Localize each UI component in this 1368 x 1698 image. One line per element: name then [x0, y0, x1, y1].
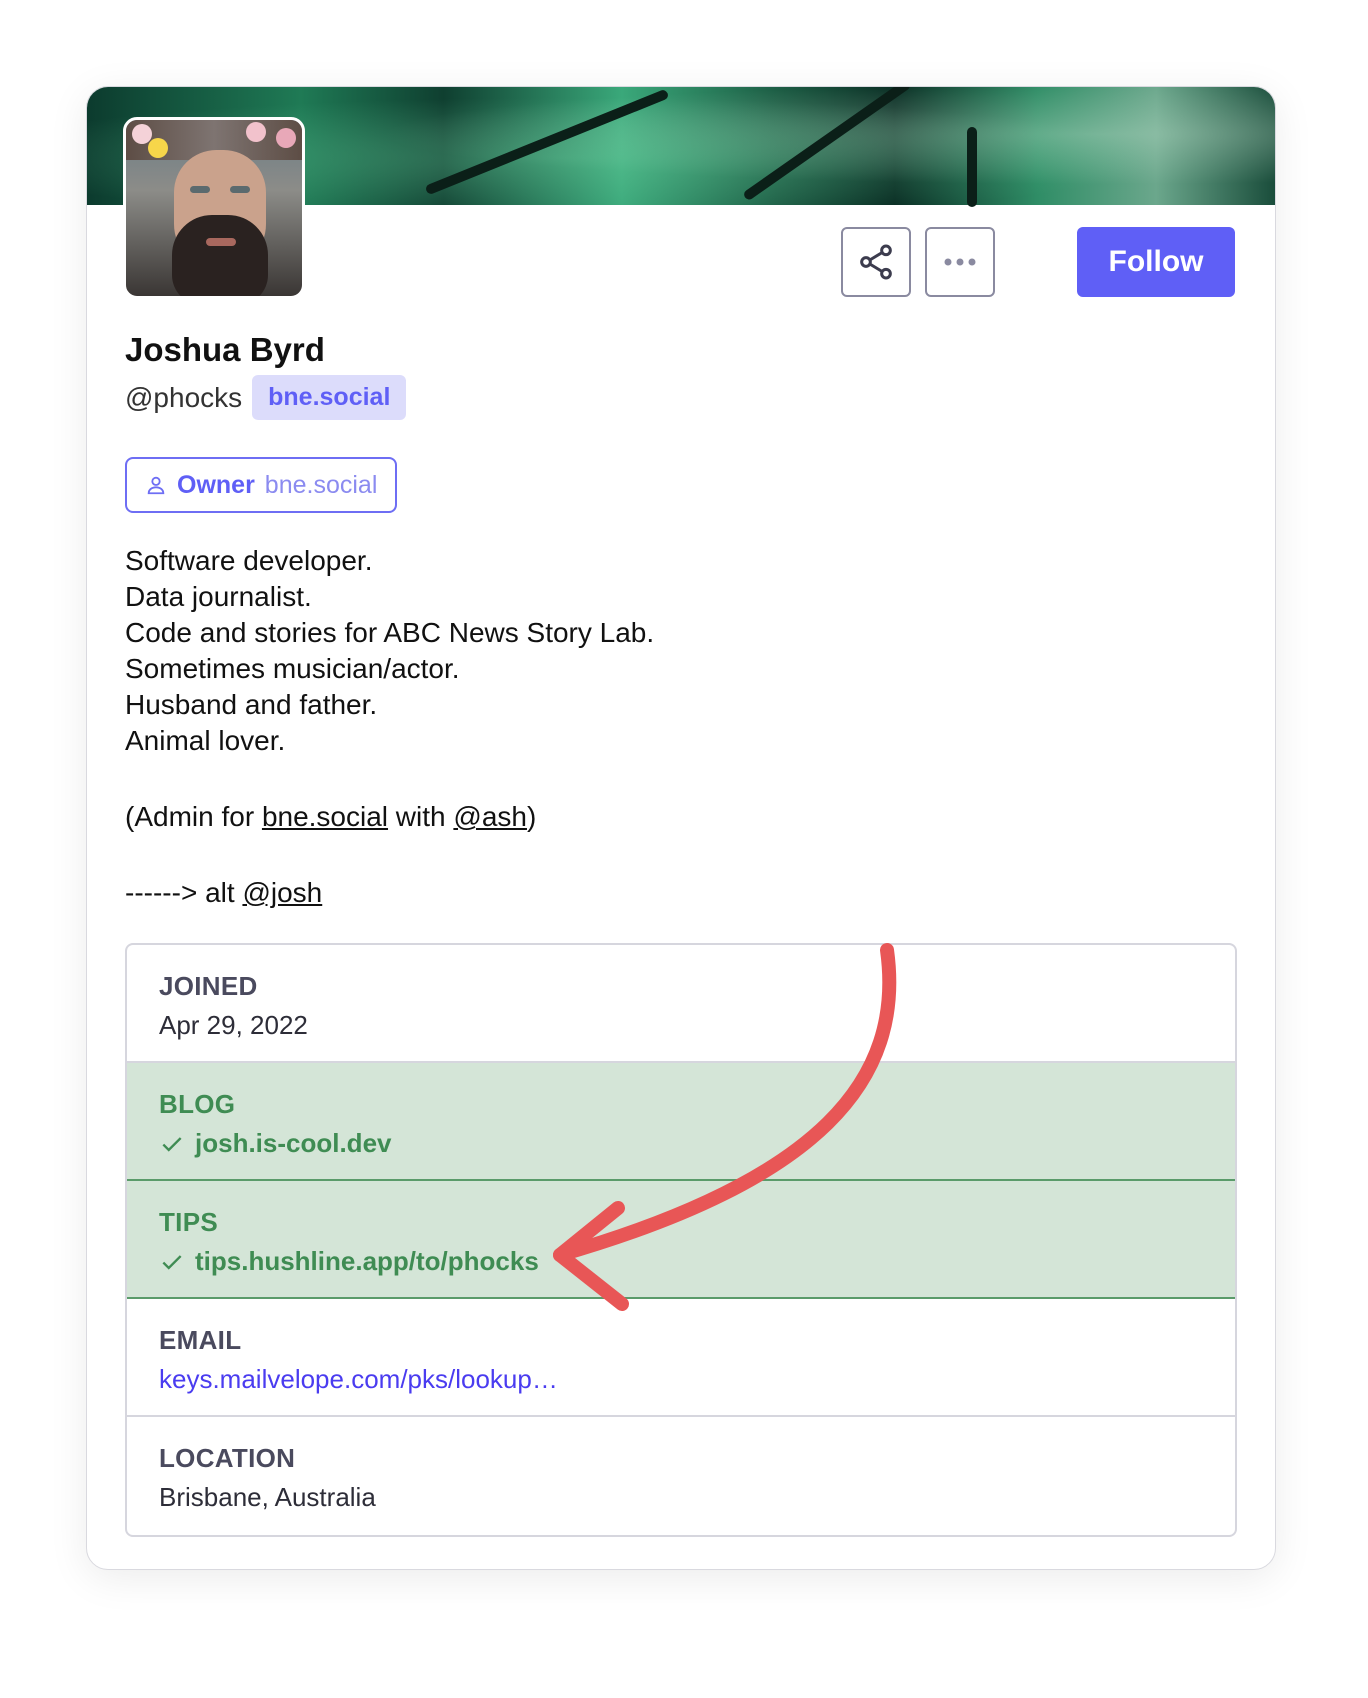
follow-button[interactable]: Follow	[1077, 227, 1235, 297]
bio-admin-line: (Admin for bne.social with @ash)	[125, 801, 537, 832]
field-label: TIPS	[159, 1207, 218, 1237]
field-label: LOCATION	[159, 1443, 296, 1473]
bio-line: Husband and father.	[125, 689, 378, 720]
share-button[interactable]	[841, 227, 911, 297]
domain-badge: bne.social	[252, 375, 407, 420]
field-label: EMAIL	[159, 1325, 242, 1355]
role-name: Owner	[177, 470, 255, 499]
bio-line: Software developer.	[125, 545, 373, 576]
share-icon	[860, 244, 892, 280]
bio-alt-line: ------> alt @josh	[125, 877, 323, 908]
ash-mention-link[interactable]: @ash	[453, 801, 527, 832]
check-icon	[162, 1254, 182, 1270]
bio-line: Data journalist.	[125, 581, 312, 612]
field-joined: JOINED Apr 29, 2022	[127, 945, 1235, 1063]
profile-fields: JOINED Apr 29, 2022 BLOG josh.is-cool.de…	[125, 943, 1237, 1537]
more-button[interactable]	[925, 227, 995, 297]
bio-line: Code and stories for ABC News Story Lab.	[125, 617, 655, 648]
field-location: LOCATION Brisbane, Australia	[127, 1417, 1235, 1535]
profile-card: Follow Joshua Byrd @phocks bne.social Ow…	[86, 86, 1276, 1570]
field-value: Apr 29, 2022	[159, 1010, 308, 1040]
bne-social-link[interactable]: bne.social	[262, 801, 388, 832]
role-badge: Owner bne.social	[125, 457, 398, 513]
field-email: EMAIL keys.mailvelope.com/pks/lookup…	[127, 1299, 1235, 1417]
check-icon	[162, 1136, 182, 1152]
bio: Software developer. Data journalist. Cod…	[125, 543, 654, 911]
field-label: JOINED	[159, 971, 258, 1001]
email-link[interactable]: keys.mailvelope.com/pks/lookup…	[159, 1364, 558, 1395]
field-value: Brisbane, Australia	[159, 1482, 376, 1512]
tips-link[interactable]: tips.hushline.app/to/phocks	[195, 1246, 539, 1277]
blog-link[interactable]: josh.is-cool.dev	[195, 1128, 392, 1159]
handle-row: @phocks bne.social	[125, 375, 407, 420]
more-icon	[944, 258, 976, 266]
display-name: Joshua Byrd	[125, 331, 325, 368]
bio-line: Animal lover.	[125, 725, 286, 756]
field-blog: BLOG josh.is-cool.dev	[127, 1063, 1235, 1181]
josh-mention-link[interactable]: @josh	[242, 877, 322, 908]
field-label: BLOG	[159, 1089, 236, 1119]
user-icon	[147, 476, 165, 495]
handle: @phocks	[125, 381, 243, 413]
field-tips: TIPS tips.hushline.app/to/phocks	[127, 1181, 1235, 1299]
role-site: bne.social	[264, 470, 378, 499]
bio-line: Sometimes musician/actor.	[125, 653, 460, 684]
avatar[interactable]	[123, 117, 305, 299]
